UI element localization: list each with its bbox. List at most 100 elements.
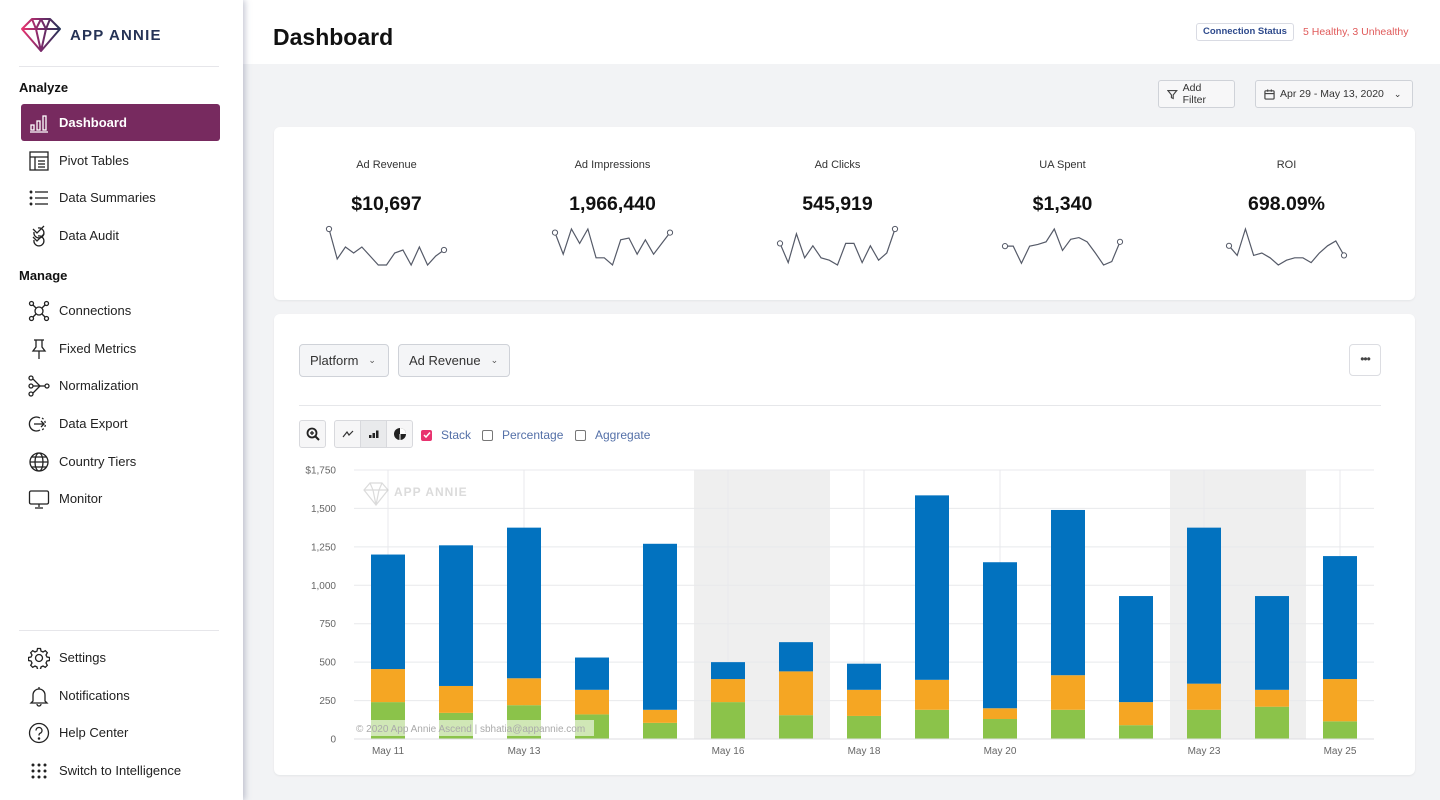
- kpi-ad-revenue[interactable]: Ad Revenue $10,697: [274, 127, 499, 300]
- y-tick-label: 0: [330, 735, 336, 746]
- bar-segment: [507, 678, 541, 706]
- sparkline-endpoint: [1116, 238, 1124, 245]
- sidebar-item-country-tiers[interactable]: Country Tiers: [21, 443, 220, 480]
- bar-segment: [779, 642, 813, 672]
- sparkline: [551, 227, 674, 267]
- sparkline-path: [328, 228, 445, 267]
- monitor-icon: [27, 487, 51, 511]
- globe-icon: [27, 450, 51, 474]
- bar-segment: [779, 671, 813, 716]
- chart-card: Platform ⌄ Ad Revenue ⌄ ••• Stack Percen…: [274, 314, 1415, 775]
- sparkline-endpoint: [440, 246, 448, 254]
- watermark-logo-icon: [363, 482, 389, 506]
- list-icon: [27, 186, 51, 210]
- bar-segment: [643, 722, 677, 739]
- sidebar-item-fixed-metrics[interactable]: Fixed Metrics: [21, 330, 220, 367]
- kpi-roi[interactable]: ROI 698.09%: [1174, 127, 1399, 300]
- network-icon: [27, 299, 51, 323]
- sidebar-item-label: Country Tiers: [59, 454, 137, 469]
- bar-segment: [439, 545, 473, 686]
- kpi-value: $10,697: [351, 193, 422, 215]
- bar-segment: [1187, 527, 1221, 684]
- x-tick-label: May 18: [848, 746, 881, 757]
- y-tick-label: 1,250: [311, 542, 336, 553]
- sparkline-endpoint: [891, 225, 899, 233]
- kpi-ad-impressions[interactable]: Ad Impressions 1,966,440: [500, 127, 725, 300]
- filter-icon: [1167, 89, 1178, 99]
- sidebar-item-connections[interactable]: Connections: [21, 292, 220, 329]
- sidebar-item-label: Data Export: [59, 416, 128, 431]
- page-header: Dashboard Connection Status 5 Healthy, 3…: [243, 0, 1440, 64]
- bar-segment: [915, 679, 949, 710]
- bar-segment: [711, 679, 745, 703]
- sidebar-item-normalization[interactable]: Normalization: [21, 367, 220, 404]
- bar-segment: [1255, 596, 1289, 690]
- sidebar-item-notifications[interactable]: Notifications: [21, 677, 220, 714]
- footer-note: © 2020 App Annie Ascend | sbhatia@appann…: [356, 724, 585, 735]
- brand-name: APP ANNIE: [70, 26, 162, 44]
- kpi-label: UA Spent: [1039, 159, 1086, 171]
- bar-segment: [1255, 706, 1289, 739]
- sidebar-item-label: Data Audit: [59, 228, 119, 243]
- sidebar-item-pivot-tables[interactable]: Pivot Tables: [21, 142, 220, 179]
- export-icon: [27, 412, 51, 436]
- kpi-summary-card: Ad Revenue $10,697 Ad Impressions 1,966,…: [274, 127, 1415, 300]
- bar-segment: [915, 709, 949, 739]
- kpi-value: 1,966,440: [569, 193, 656, 215]
- bar-segment: [779, 715, 813, 739]
- bar-segment: [643, 709, 677, 723]
- kpi-label: Ad Revenue: [356, 159, 417, 171]
- bar-segment: [575, 689, 609, 715]
- bar-segment: [575, 657, 609, 690]
- kpi-value: 545,919: [802, 193, 873, 215]
- bar-segment: [1187, 683, 1221, 710]
- kpi-label: Ad Impressions: [574, 159, 651, 171]
- sidebar-item-label: Settings: [59, 650, 106, 665]
- y-tick-label: 500: [319, 658, 336, 669]
- bar-segment: [1119, 702, 1153, 726]
- sparkline-endpoint: [776, 240, 784, 247]
- stacked-bar-chart: 0 250 500 750 1,000 1,250 1,500 $1,750 APP ANNIE…: [305, 466, 1374, 757]
- sidebar-item-data-summaries[interactable]: Data Summaries: [21, 179, 220, 216]
- kpi-value: $1,340: [1032, 193, 1093, 215]
- help-icon: [27, 721, 51, 745]
- sidebar-item-monitor[interactable]: Monitor: [21, 480, 220, 517]
- connection-status-text[interactable]: 5 Healthy, 3 Unhealthy: [1303, 26, 1408, 38]
- kpi-ua-spent[interactable]: UA Spent $1,340: [950, 127, 1175, 300]
- sidebar-item-label: Fixed Metrics: [59, 341, 137, 356]
- sparkline-endpoint: [1225, 242, 1233, 249]
- sidebar-item-dashboard[interactable]: Dashboard: [21, 104, 220, 141]
- sidebar-item-label: Switch to Intelligence: [59, 763, 182, 778]
- watermark: APP ANNIE: [363, 482, 467, 506]
- sparkline-endpoint: [1340, 252, 1348, 259]
- x-tick-label: May 20: [984, 746, 1017, 757]
- bell-icon: [27, 684, 51, 708]
- x-tick-label: May 23: [1188, 746, 1221, 757]
- sidebar-item-help-center[interactable]: Help Center: [21, 714, 220, 751]
- add-filter-button[interactable]: Add Filter: [1158, 80, 1235, 108]
- kpi-ad-clicks[interactable]: Ad Clicks 545,919: [725, 127, 950, 300]
- bar-segment: [1323, 679, 1357, 722]
- sparkline: [776, 225, 899, 266]
- sidebar-item-settings[interactable]: Settings: [21, 639, 220, 676]
- grid-icon: [27, 759, 51, 783]
- app-logo[interactable]: APP ANNIE: [20, 16, 162, 54]
- sidebar: APP ANNIE Analyze Dashboard Pivot Tables…: [0, 0, 243, 800]
- x-tick-label: May 25: [1324, 746, 1357, 757]
- sparkline: [1001, 227, 1124, 266]
- sidebar-item-data-audit[interactable]: Data Audit: [21, 217, 220, 254]
- sidebar-item-data-export[interactable]: Data Export: [21, 405, 220, 442]
- calendar-icon: [1264, 88, 1275, 100]
- bar-segment: [1323, 721, 1357, 739]
- bar-segment: [643, 543, 677, 710]
- sparkline-path: [554, 227, 671, 267]
- bar-segment: [1119, 596, 1153, 703]
- x-tick-label: May 16: [712, 746, 745, 757]
- bar-segment: [711, 662, 745, 680]
- kpi-label: Ad Clicks: [814, 159, 861, 171]
- date-range-picker[interactable]: Apr 29 - May 13, 2020 ⌄: [1255, 80, 1413, 108]
- add-filter-label: Add Filter: [1182, 82, 1206, 106]
- sparkline-path: [1228, 226, 1345, 266]
- sidebar-item-switch-to-intelligence[interactable]: Switch to Intelligence: [21, 752, 220, 789]
- connection-status-button[interactable]: Connection Status: [1196, 23, 1294, 41]
